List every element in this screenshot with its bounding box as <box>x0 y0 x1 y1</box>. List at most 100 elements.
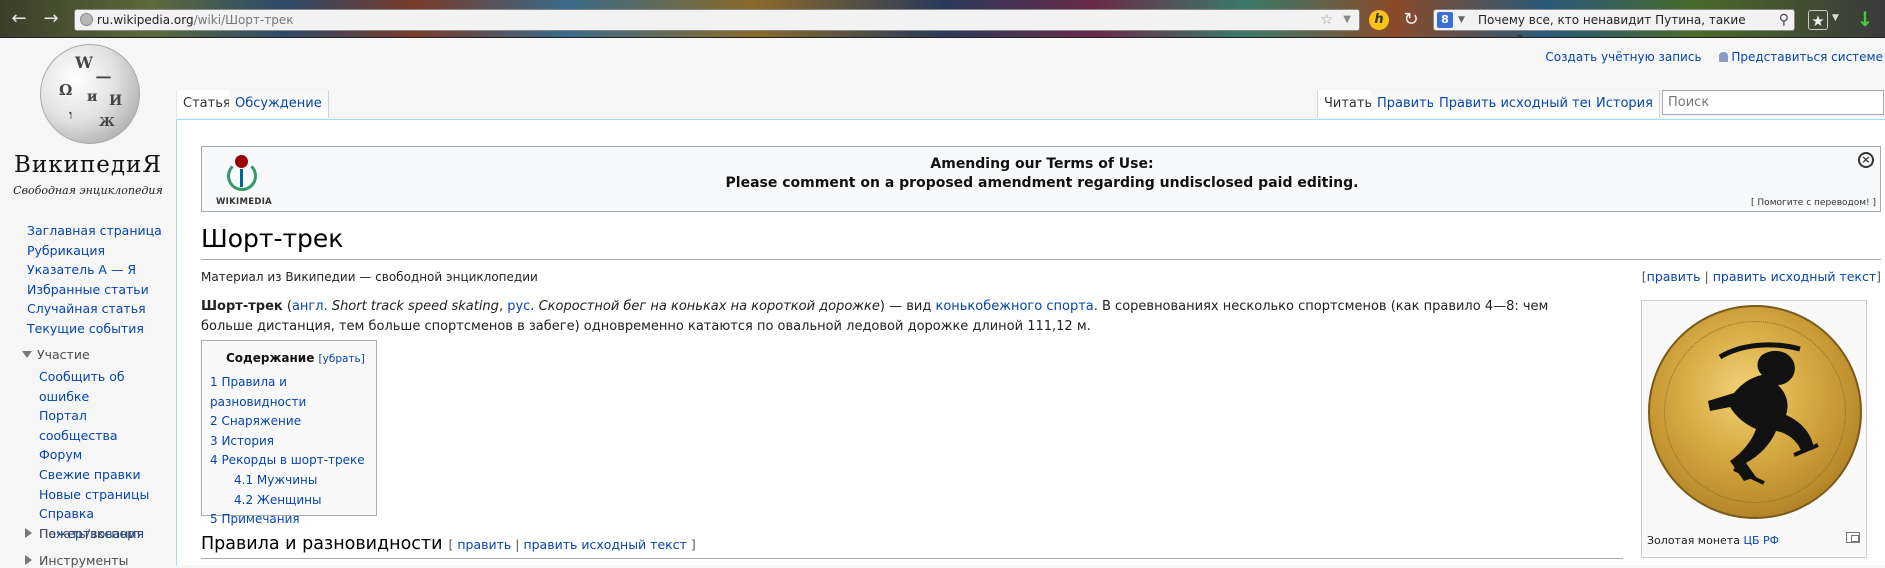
search-icon[interactable]: ⚲ <box>1779 10 1789 30</box>
content-area: WIKIMEDIA Amending our Terms of Use: Ple… <box>176 119 1885 565</box>
url-path: /wiki/Шорт-трек <box>193 13 294 27</box>
forward-arrow-icon[interactable]: → <box>40 9 62 29</box>
cbr-link[interactable]: ЦБ РФ <box>1743 534 1779 547</box>
lang-ru-link[interactable]: рус. <box>507 299 534 314</box>
sidebar-tools-heading[interactable]: Инструменты <box>25 553 128 568</box>
collapse-triangle-icon <box>22 351 32 358</box>
section-edit-source-link[interactable]: править исходный текст <box>523 537 686 552</box>
lead-paragraph: Шорт-трек (англ. Short track speed skati… <box>201 297 1591 336</box>
expand-triangle-icon <box>25 555 32 565</box>
url-dropdown-icon[interactable]: ▼ <box>1343 10 1351 30</box>
reload-icon[interactable]: ↻ <box>1400 9 1422 31</box>
wiki-page: Создать учётную запись Представиться сис… <box>0 38 1885 568</box>
login-link[interactable]: Представиться системе <box>1731 50 1883 64</box>
sidebar-item-index[interactable]: Указатель А — Я <box>27 260 162 280</box>
toc-item[interactable]: 5 Примечания <box>210 510 376 530</box>
edit-source-link[interactable]: править исходный текст <box>1713 269 1876 284</box>
sidebar-item-forum[interactable]: Форум <box>39 445 159 465</box>
lead-text: ) — вид <box>879 299 936 314</box>
address-bar[interactable]: ru.wikipedia.org/wiki/Шорт-трек ☆ ▼ <box>74 9 1360 31</box>
section-title: Правила и разновидности <box>201 534 443 554</box>
toc-subitem[interactable]: 4.2 Женщины <box>210 491 376 511</box>
lang-en-link[interactable]: англ. <box>292 299 328 314</box>
section-edit-links: [ править | править исходный текст ] <box>449 537 696 552</box>
site-globe-icon <box>80 13 93 26</box>
toc-item[interactable]: 3 История <box>210 432 376 452</box>
browser-toolbar: ← → ru.wikipedia.org/wiki/Шорт-трек ☆ ▼ … <box>0 0 1885 47</box>
tools-heading-label: Инструменты <box>39 553 129 568</box>
section-edit-link[interactable]: править <box>457 537 511 552</box>
table-of-contents: Содержание [убрать] 1 Правила и разновид… <box>201 340 377 526</box>
lead-english-term: Short track speed skating <box>327 299 499 314</box>
title-divider <box>201 259 1881 260</box>
browser-search-input[interactable]: 8 ▼ Почему все, кто ненавидит Путина, та… <box>1433 9 1795 47</box>
sidebar-item-community-portal[interactable]: Портал сообщества <box>39 406 159 445</box>
top-edit-links: [править | править исходный текст] <box>1642 269 1881 284</box>
sidebar-navigation: Заглавная страница Рубрикация Указатель … <box>27 221 162 339</box>
sidebar-item-new-pages[interactable]: Новые страницы <box>39 485 159 505</box>
wiki-title: ВикипедиЯ <box>14 152 162 178</box>
close-icon[interactable]: × <box>1858 152 1874 168</box>
sidebar-participate-heading[interactable]: Участие <box>22 347 90 362</box>
wiki-search-input[interactable]: Поиск <box>1662 90 1884 115</box>
sidebar-item-main-page[interactable]: Заглавная страница <box>27 221 162 241</box>
download-arrow-icon[interactable]: ↓ <box>1855 8 1875 30</box>
sidebar-item-featured[interactable]: Избранные статьи <box>27 280 162 300</box>
url-host: ru.wikipedia.org <box>97 13 194 27</box>
lead-term: Шорт-трек <box>201 299 283 314</box>
create-account-link[interactable]: Создать учётную запись <box>1545 50 1701 64</box>
toc-item[interactable]: 2 Снаряжение <box>210 412 376 432</box>
banner-headline[interactable]: Amending our Terms of Use: <box>202 156 1882 172</box>
toc-list: 1 Правила и разновидности 2 Снаряжение 3… <box>210 373 376 530</box>
sidebar-item-report-error[interactable]: Сообщить об ошибке <box>39 367 159 406</box>
lead-text: ( <box>282 299 292 314</box>
sidebar-item-categories[interactable]: Рубрикация <box>27 241 162 261</box>
wikimedia-wordmark: WIKIMEDIA <box>216 197 273 207</box>
wiki-slogan: Свободная энциклопедия <box>13 184 163 197</box>
user-icon <box>1719 52 1729 62</box>
toc-item[interactable]: 1 Правила и разновидности <box>210 373 376 412</box>
magnify-icon[interactable] <box>1846 532 1860 543</box>
sidebar-participate-list: Сообщить об ошибке Портал сообщества Фор… <box>39 367 159 543</box>
bookmarks-menu-icon[interactable]: ★ <box>1808 10 1828 30</box>
bookmark-star-icon[interactable]: ☆ <box>1320 10 1333 30</box>
tab-edit[interactable]: Править <box>1371 90 1442 118</box>
wikipedia-logo[interactable]: W 一 Ω и И ו Ж ВикипедиЯ Свободная энцикл… <box>12 44 164 197</box>
caption-text: Золотая монета <box>1647 534 1744 547</box>
lead-text: , <box>498 299 508 314</box>
expand-triangle-icon <box>25 528 32 538</box>
toc-hide-link[interactable]: [убрать] <box>319 353 365 365</box>
separator: | <box>511 537 524 552</box>
speed-skating-link[interactable]: конькобежного спорта <box>935 299 1093 314</box>
tab-talk[interactable]: Обсуждение <box>229 90 329 118</box>
bracket-open: [ <box>448 537 454 552</box>
banner-translate-link[interactable]: [ Помогите с переводом! ] <box>1751 198 1876 208</box>
page-title: Шорт-трек <box>201 224 344 253</box>
print-heading-label: Печать/экспорт <box>39 526 143 541</box>
thumb-caption: Золотая монета ЦБ РФ <box>1647 534 1779 547</box>
infobox-thumbnail: Золотая монета ЦБ РФ <box>1641 300 1867 558</box>
search-engine-icon[interactable]: 8 <box>1437 12 1453 28</box>
tab-read[interactable]: Читать <box>1317 90 1380 118</box>
toc-title-label: Содержание <box>226 351 315 365</box>
banner-message[interactable]: Please comment on a proposed amendment r… <box>202 175 1882 191</box>
sidebar-print-heading[interactable]: Печать/экспорт <box>25 526 142 541</box>
sidebar-item-current-events[interactable]: Текущие события <box>27 319 162 339</box>
personal-tools: Создать учётную запись Представиться сис… <box>1545 50 1883 64</box>
edit-link[interactable]: править <box>1647 269 1701 284</box>
toc-subitem[interactable]: 4.1 Мужчины <box>210 471 376 491</box>
sidebar-item-help[interactable]: Справка <box>39 504 159 524</box>
skater-silhouette-icon <box>1708 342 1819 485</box>
sidebar-item-recent-changes[interactable]: Свежие правки <box>39 465 159 485</box>
gold-coin-image[interactable] <box>1648 305 1862 519</box>
tab-history[interactable]: История <box>1590 90 1660 118</box>
bookmarks-dropdown-icon[interactable]: ▼ <box>1832 13 1839 23</box>
search-engine-dropdown-icon[interactable]: ▼ <box>1458 10 1465 30</box>
h-addon-icon[interactable]: h <box>1369 10 1389 30</box>
back-arrow-icon[interactable]: ← <box>8 9 30 29</box>
section-divider <box>201 558 1623 559</box>
section-heading: Правила и разновидности [ править | прави… <box>201 534 696 554</box>
toc-item[interactable]: 4 Рекорды в шорт-треке <box>210 451 376 471</box>
sidebar-item-random[interactable]: Случайная статья <box>27 299 162 319</box>
site-subtitle: Материал из Википедии — свободной энцикл… <box>201 270 538 284</box>
